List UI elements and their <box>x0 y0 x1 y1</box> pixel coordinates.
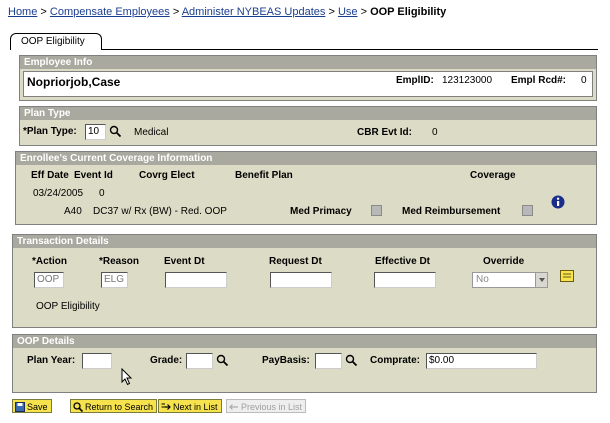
transaction-heading: Transaction Details <box>13 235 596 248</box>
breadcrumb-separator: > <box>328 6 335 18</box>
oop-details-panel: OOP Details Plan Year: Grade: PayBasis: … <box>12 334 597 393</box>
plan-type-lookup-icon[interactable] <box>109 125 122 138</box>
breadcrumb-home[interactable]: Home <box>8 6 37 18</box>
breadcrumb-current: OOP Eligibility <box>370 6 447 18</box>
col-covrg-elect: Covrg Elect <box>139 170 195 181</box>
previous-in-list-button: Previous in List <box>226 399 307 413</box>
breadcrumb-administer-nybeas[interactable]: Administer NYBEAS Updates <box>182 6 326 18</box>
comment-icon[interactable] <box>560 270 574 282</box>
request-dt-field[interactable] <box>270 272 332 288</box>
transaction-description: OOP Eligibility <box>36 301 100 312</box>
return-to-search-label: Return to Search <box>85 401 154 412</box>
breadcrumb-compensate-employees[interactable]: Compensate Employees <box>50 6 170 18</box>
comprate-input[interactable]: $0.00 <box>426 353 537 369</box>
plan-year-input[interactable] <box>82 353 112 369</box>
col-request-dt: Request Dt <box>269 256 322 267</box>
emplid-label: EmplID: <box>396 75 434 86</box>
previous-in-list-label: Previous in List <box>241 401 303 412</box>
tab-divider <box>101 49 598 50</box>
override-value: No <box>476 274 489 285</box>
col-event-dt: Event Dt <box>164 256 205 267</box>
paybasis-label: PayBasis: <box>262 355 310 366</box>
breadcrumb-separator: > <box>360 6 367 18</box>
plan-type-description: Medical <box>134 127 169 138</box>
col-reason: *Reason <box>99 256 140 267</box>
benefit-plan-code: A40 <box>64 206 82 217</box>
emplid-value: 123123000 <box>442 75 493 86</box>
return-to-search-button[interactable]: Return to Search <box>70 399 158 413</box>
grade-lookup-icon[interactable] <box>216 354 229 367</box>
plan-type-panel: Plan Type *Plan Type: 10 Medical CBR Evt… <box>19 106 597 146</box>
effective-dt-field[interactable] <box>374 272 436 288</box>
tab-oop-eligibility[interactable]: OOP Eligibility <box>10 33 102 50</box>
col-override: Override <box>483 256 525 267</box>
col-coverage: Coverage <box>470 170 516 181</box>
reason-field: ELG <box>101 272 128 288</box>
coverage-heading: Enrollee's Current Coverage Information <box>16 152 596 165</box>
previous-arrow-icon <box>229 403 238 410</box>
col-event-id: Event Id <box>74 170 113 181</box>
comprate-label: Comprate: <box>370 355 421 366</box>
paybasis-lookup-icon[interactable] <box>345 354 358 367</box>
employee-info-heading: Employee Info <box>20 56 596 69</box>
grade-label: Grade: <box>150 355 183 366</box>
breadcrumb-separator: > <box>40 6 47 18</box>
coverage-panel: Enrollee's Current Coverage Information … <box>15 151 597 225</box>
next-in-list-button[interactable]: Next in List <box>158 399 222 413</box>
plan-type-label: *Plan Type: <box>23 126 77 137</box>
col-benefit-plan: Benefit Plan <box>235 170 293 181</box>
next-arrow-icon <box>161 403 171 410</box>
action-field: OOP <box>34 272 64 288</box>
empl-rcd-label: Empl Rcd#: <box>511 75 567 86</box>
col-eff-date: Eff Date <box>31 170 69 181</box>
plan-type-heading: Plan Type <box>20 107 596 120</box>
med-primacy-label: Med Primacy <box>290 206 352 217</box>
grade-input[interactable] <box>186 353 213 369</box>
info-icon[interactable] <box>551 195 565 209</box>
plan-type-input[interactable]: 10 <box>85 124 106 140</box>
save-label: Save <box>27 401 48 412</box>
col-effective-dt: Effective Dt <box>375 256 431 267</box>
cbr-evt-id-value: 0 <box>432 127 438 138</box>
med-reimbursement-label: Med Reimbursement <box>402 206 501 217</box>
plan-year-label: Plan Year: <box>27 355 76 366</box>
transaction-panel: Transaction Details *Action *Reason Even… <box>12 234 597 328</box>
breadcrumb-use[interactable]: Use <box>338 6 358 18</box>
cbr-evt-id-label: CBR Evt Id: <box>357 127 412 138</box>
med-primacy-checkbox <box>371 205 382 216</box>
employee-info-panel: Employee Info Nopriorjob,Case EmplID: 12… <box>19 55 597 101</box>
empl-rcd-value: 0 <box>581 75 587 86</box>
event-dt-field[interactable] <box>165 272 227 288</box>
override-select[interactable]: No <box>472 272 548 288</box>
save-button[interactable]: Save <box>12 399 52 413</box>
breadcrumb: Home > Compensate Employees > Administer… <box>8 6 446 18</box>
chevron-down-icon[interactable] <box>535 273 547 287</box>
employee-name: Nopriorjob,Case <box>27 75 121 89</box>
med-reimbursement-checkbox <box>522 205 533 216</box>
next-in-list-label: Next in List <box>173 401 218 412</box>
search-icon <box>73 401 83 412</box>
oop-details-heading: OOP Details <box>13 335 596 348</box>
col-action: *Action <box>32 256 67 267</box>
coverage-event-id: 0 <box>99 188 105 199</box>
paybasis-input[interactable] <box>315 353 342 369</box>
save-icon <box>15 401 25 412</box>
breadcrumb-separator: > <box>172 6 180 18</box>
benefit-plan-description: DC37 w/ Rx (BW) - Red. OOP <box>93 206 227 217</box>
mouse-cursor-icon <box>121 368 133 386</box>
coverage-eff-date: 03/24/2005 <box>33 188 84 199</box>
